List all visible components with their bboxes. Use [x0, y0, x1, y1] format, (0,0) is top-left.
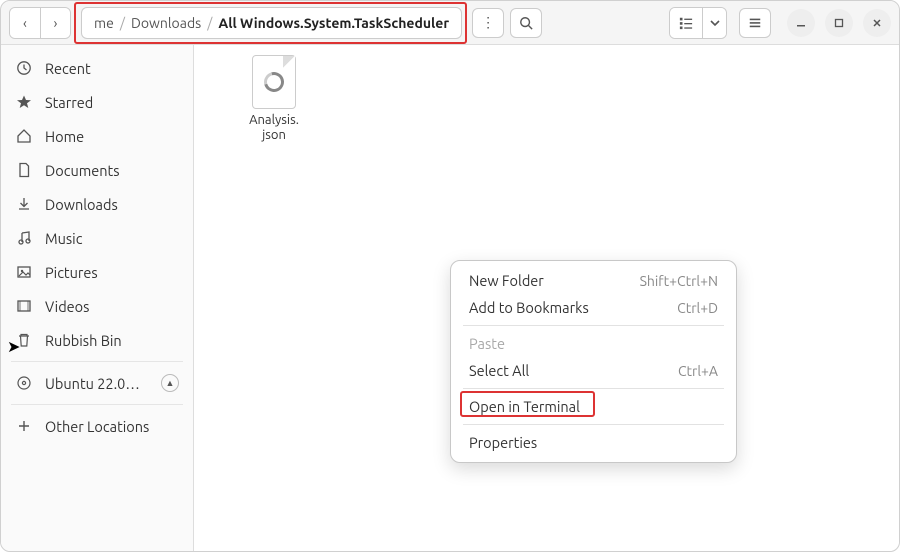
menu-separator [463, 325, 724, 326]
menu-item-label: Properties [469, 434, 537, 451]
sidebar-separator [11, 361, 183, 362]
chevron-right-icon: › [54, 15, 58, 31]
close-icon [872, 18, 882, 28]
context-menu: New Folder Shift+Ctrl+N Add to Bookmarks… [450, 260, 737, 463]
sidebar-item-videos[interactable]: Videos [1, 289, 193, 323]
json-file-icon [252, 55, 296, 109]
chevron-left-icon: ‹ [23, 15, 27, 31]
eject-button[interactable]: ▲ [161, 374, 179, 392]
maximize-icon [834, 18, 844, 28]
sidebar-item-label: Home [45, 128, 84, 145]
menu-item-accel: Ctrl+D [677, 300, 718, 316]
download-icon [15, 195, 33, 213]
menu-item-accel: Shift+Ctrl+N [640, 273, 718, 289]
menu-item-select-all[interactable]: Select All Ctrl+A [457, 357, 730, 384]
image-icon [15, 263, 33, 281]
path-segment-current[interactable]: All Windows.System.TaskScheduler [212, 15, 455, 31]
sidebar-item-starred[interactable]: Starred [1, 85, 193, 119]
search-icon [519, 16, 533, 30]
nav-button-group: ‹ › [9, 7, 71, 39]
sidebar-item-home[interactable]: Home [1, 119, 193, 153]
sidebar-item-trash[interactable]: Rubbish Bin [1, 323, 193, 357]
menu-item-new-folder[interactable]: New Folder Shift+Ctrl+N [457, 267, 730, 294]
sidebar-item-label: Recent [45, 60, 91, 77]
back-button[interactable]: ‹ [10, 8, 40, 38]
file-manager-window: ‹ › me / Downloads / All Windows.System.… [0, 0, 900, 552]
sidebar-item-recent[interactable]: Recent [1, 51, 193, 85]
home-icon [15, 127, 33, 145]
sidebar-item-label: Pictures [45, 264, 98, 281]
menu-item-open-terminal[interactable]: Open in Terminal [457, 393, 730, 420]
trash-icon [15, 331, 33, 349]
sidebar-item-label: Other Locations [45, 418, 149, 435]
file-name-label: Analysis. json [249, 113, 299, 143]
search-button[interactable] [510, 8, 542, 38]
disk-icon [15, 374, 33, 392]
sidebar-item-label: Ubuntu 22.0… [45, 375, 140, 392]
sidebar-item-label: Videos [45, 298, 89, 315]
eject-icon: ▲ [166, 378, 175, 388]
path-bar[interactable]: me / Downloads / All Windows.System.Task… [81, 7, 462, 39]
sidebar-item-label: Starred [45, 94, 93, 111]
sidebar-separator [11, 404, 183, 405]
forward-button[interactable]: › [40, 8, 70, 38]
path-menu-button[interactable]: ⋮ [472, 8, 504, 38]
clock-icon [15, 59, 33, 77]
video-icon [15, 297, 33, 315]
sidebar-item-label: Downloads [45, 196, 118, 213]
sidebar-item-label: Rubbish Bin [45, 332, 122, 349]
music-icon [15, 229, 33, 247]
minimize-icon [796, 18, 806, 28]
sidebar-item-pictures[interactable]: Pictures [1, 255, 193, 289]
sidebar: Recent Starred Home Documents Downloads … [1, 45, 194, 551]
minimize-button[interactable] [787, 9, 815, 37]
list-icon [679, 16, 693, 30]
hamburger-icon [748, 16, 762, 30]
sidebar-item-documents[interactable]: Documents [1, 153, 193, 187]
sidebar-item-label: Documents [45, 162, 120, 179]
menu-item-label: Add to Bookmarks [469, 299, 589, 316]
document-icon [15, 161, 33, 179]
sidebar-item-mount[interactable]: Ubuntu 22.0… ▲ [1, 366, 193, 400]
plus-icon [15, 417, 33, 435]
star-icon [15, 93, 33, 111]
hamburger-menu-button[interactable] [739, 8, 771, 38]
menu-item-add-bookmarks[interactable]: Add to Bookmarks Ctrl+D [457, 294, 730, 321]
list-view-button[interactable] [670, 8, 702, 38]
menu-item-paste: Paste [457, 330, 730, 357]
menu-item-properties[interactable]: Properties [457, 429, 730, 456]
path-segment-prefix[interactable]: me [88, 15, 120, 31]
headerbar: ‹ › me / Downloads / All Windows.System.… [1, 1, 899, 45]
sidebar-item-label: Music [45, 230, 82, 247]
sidebar-item-music[interactable]: Music [1, 221, 193, 255]
menu-item-label: Open in Terminal [469, 398, 580, 415]
view-dropdown-button[interactable] [702, 8, 726, 38]
chevron-down-icon [710, 18, 720, 28]
close-button[interactable] [863, 9, 891, 37]
menu-item-label: Select All [469, 362, 529, 379]
path-segment-downloads[interactable]: Downloads [125, 15, 207, 31]
maximize-button[interactable] [825, 9, 853, 37]
menu-separator [463, 388, 724, 389]
menu-item-label: New Folder [469, 272, 544, 289]
menu-item-label: Paste [469, 335, 505, 352]
menu-separator [463, 424, 724, 425]
sidebar-item-other-locations[interactable]: Other Locations [1, 409, 193, 443]
kebab-icon: ⋮ [481, 14, 495, 31]
menu-item-accel: Ctrl+A [678, 363, 718, 379]
sidebar-item-downloads[interactable]: Downloads [1, 187, 193, 221]
file-item[interactable]: Analysis. json [229, 55, 319, 143]
view-switcher [669, 7, 727, 39]
